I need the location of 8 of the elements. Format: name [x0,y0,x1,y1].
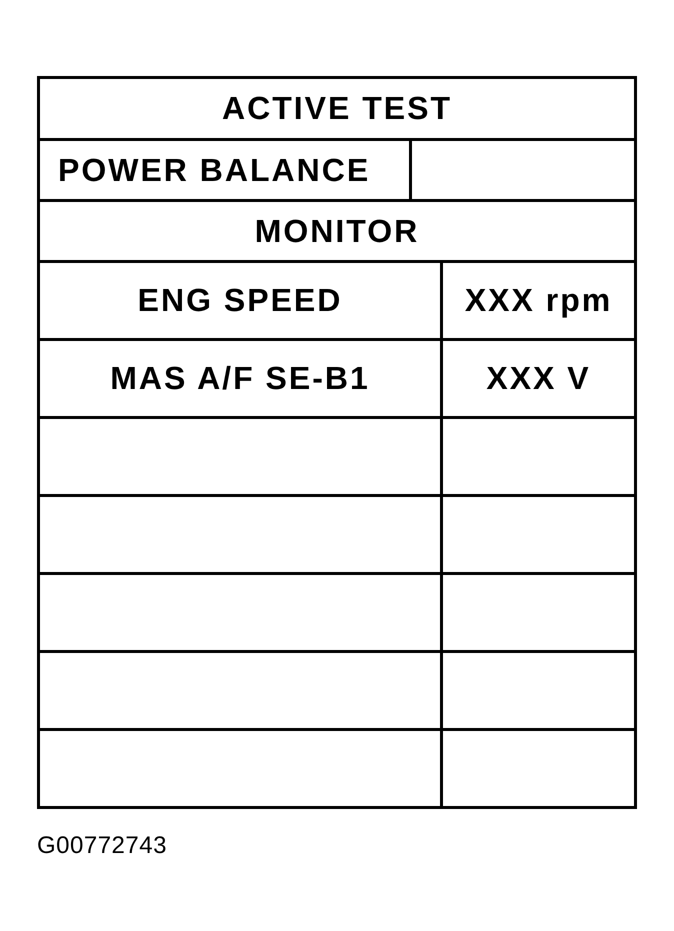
figure-id: G00772743 [37,832,167,859]
table-title: ACTIVE TEST [220,89,453,128]
section-header: MONITOR [254,212,420,250]
table-cell: POWER BALANCE [40,141,412,199]
table-cell-text: XXX V [485,359,592,398]
table-cell-text: XXX rpm [464,281,614,320]
table-cell: ENG SPEED [40,263,443,338]
table-cell: MAS A/F SE-B1 [40,341,443,416]
